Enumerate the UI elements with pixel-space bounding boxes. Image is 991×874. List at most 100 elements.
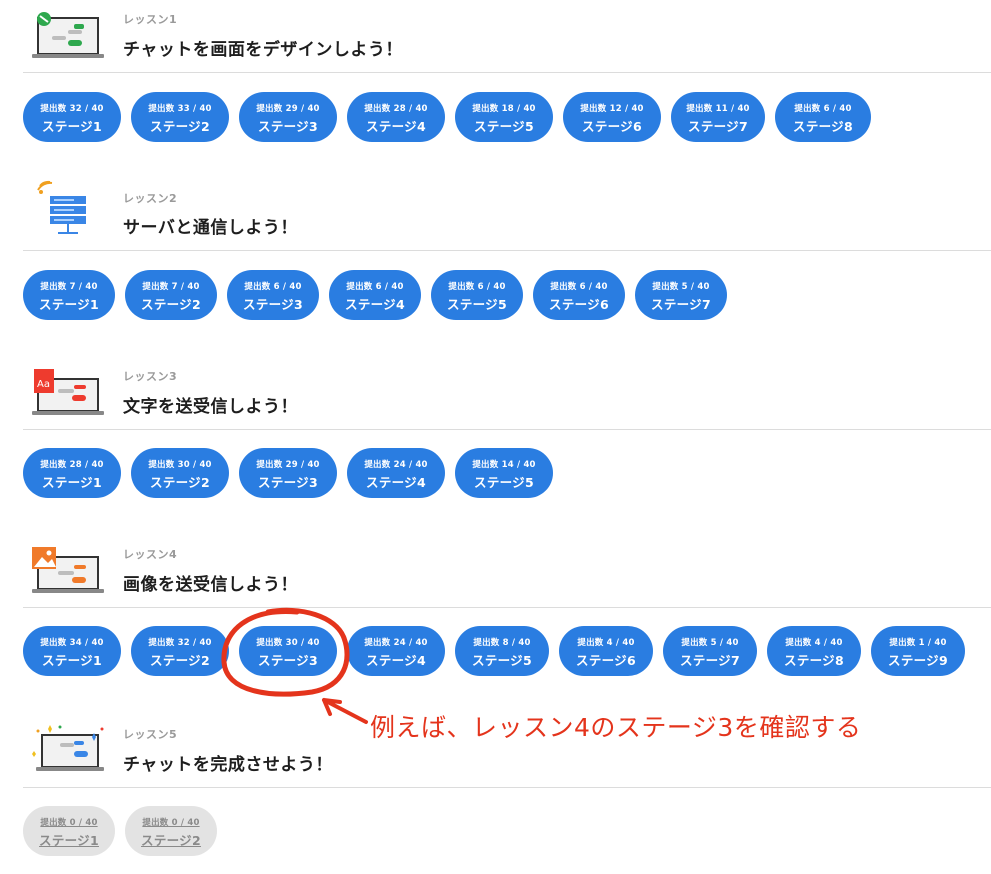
svg-text:Aa: Aa [37,379,50,390]
stage-list: 提出数 34 / 40 ステージ1 提出数 32 / 40 ステージ2 提出数 30 /… [23,626,975,676]
stage-button[interactable]: 提出数 30 / 40 ステージ2 [131,448,229,498]
stage-list: 提出数 7 / 40 ステージ1 提出数 7 / 40 ステージ2 提出数 6 / 40… [23,270,737,320]
stage-button[interactable]: 提出数 6 / 40 ステージ3 [227,270,319,320]
stage-label: ステージ4 [345,297,405,312]
lesson-3: Aa レッスン3 文字を送受信しよう！ 提出数 28 / 40 ステージ1 提出数 … [0,357,991,498]
stage-button[interactable]: 提出数 34 / 40 ステージ1 [23,626,121,676]
stage-submission-count: 提出数 32 / 40 [40,104,104,114]
stage-button[interactable]: 提出数 32 / 40 ステージ1 [23,92,121,142]
stage-label: ステージ4 [366,653,426,668]
stage-label: ステージ5 [472,653,532,668]
stage-button[interactable]: 提出数 7 / 40 ステージ2 [125,270,217,320]
stage-submission-count: 提出数 14 / 40 [472,460,536,470]
stage-button[interactable]: 提出数 29 / 40 ステージ3 [239,448,337,498]
stage-label: ステージ7 [680,653,740,668]
stage-submission-count: 提出数 7 / 40 [40,282,98,292]
stage-label: ステージ2 [141,833,201,848]
stage-list: 提出数 28 / 40 ステージ1 提出数 30 / 40 ステージ2 提出数 29 /… [23,448,563,498]
stage-label: ステージ4 [366,475,426,490]
stage-label: ステージ5 [447,297,507,312]
stage-button[interactable]: 提出数 28 / 40 ステージ4 [347,92,445,142]
divider [23,607,991,608]
stage-button[interactable]: 提出数 6 / 40 ステージ5 [431,270,523,320]
stage-button[interactable]: 提出数 8 / 40 ステージ5 [455,626,549,676]
stage-submission-count: 提出数 18 / 40 [472,104,536,114]
lesson-title: サーバと通信しよう！ [123,218,298,238]
stage-submission-count: 提出数 0 / 40 [40,818,98,828]
stage-label: ステージ1 [42,653,102,668]
stage-button[interactable]: 提出数 32 / 40 ステージ2 [131,626,229,676]
stage-submission-count: 提出数 0 / 40 [142,818,200,828]
stage-button[interactable]: 提出数 0 / 40 ステージ1 [23,806,115,856]
stage-button[interactable]: 提出数 14 / 40 ステージ5 [455,448,553,498]
stage-submission-count: 提出数 32 / 40 [148,638,212,648]
stage-button[interactable]: 提出数 1 / 40 ステージ9 [871,626,965,676]
stage-label: ステージ1 [39,297,99,312]
stage-submission-count: 提出数 1 / 40 [889,638,947,648]
stage-list: 提出数 32 / 40 ステージ1 提出数 33 / 40 ステージ2 提出数 29 /… [23,92,881,142]
stage-button[interactable]: 提出数 24 / 40 ステージ4 [347,626,445,676]
stage-submission-count: 提出数 30 / 40 [148,460,212,470]
stage-submission-count: 提出数 29 / 40 [256,460,320,470]
text-message-icon: Aa [32,369,104,415]
stage-label: ステージ5 [474,119,534,134]
stage-button[interactable]: 提出数 12 / 40 ステージ6 [563,92,661,142]
stage-submission-count: 提出数 11 / 40 [686,104,750,114]
stage-label: ステージ1 [42,475,102,490]
stage-label: ステージ2 [150,475,210,490]
stage-label: ステージ6 [576,653,636,668]
stage-button[interactable]: 提出数 6 / 40 ステージ4 [329,270,421,320]
stage-label: ステージ8 [784,653,844,668]
stage-label: ステージ3 [258,653,318,668]
stage-button[interactable]: 提出数 4 / 40 ステージ8 [767,626,861,676]
stage-button[interactable]: 提出数 11 / 40 ステージ7 [671,92,765,142]
stage-button[interactable]: 提出数 28 / 40 ステージ1 [23,448,121,498]
stage-button[interactable]: 提出数 33 / 40 ステージ2 [131,92,229,142]
lesson-2: レッスン2 サーバと通信しよう！ 提出数 7 / 40 ステージ1 提出数 7 / … [0,178,991,320]
stage-submission-count: 提出数 12 / 40 [580,104,644,114]
stage-button[interactable]: 提出数 24 / 40 ステージ4 [347,448,445,498]
lesson-title: 文字を送受信しよう！ [123,397,298,417]
celebration-icon [32,725,104,771]
stage-submission-count: 提出数 30 / 40 [256,638,320,648]
lesson-number: レッスン1 [123,13,178,26]
stage-button[interactable]: 提出数 5 / 40 ステージ7 [635,270,727,320]
stage-submission-count: 提出数 4 / 40 [577,638,635,648]
lesson-header: Aa レッスン3 文字を送受信しよう！ [0,357,991,429]
stage-label: ステージ6 [582,119,642,134]
stage-button[interactable]: 提出数 6 / 40 ステージ8 [775,92,871,142]
stage-submission-count: 提出数 34 / 40 [40,638,104,648]
stage-submission-count: 提出数 4 / 40 [785,638,843,648]
stage-button[interactable]: 提出数 18 / 40 ステージ5 [455,92,553,142]
stage-list: 提出数 0 / 40 ステージ1 提出数 0 / 40 ステージ2 [23,806,227,856]
stage-submission-count: 提出数 7 / 40 [142,282,200,292]
stage-button[interactable]: 提出数 7 / 40 ステージ1 [23,270,115,320]
stage-label: ステージ6 [549,297,609,312]
lesson-title: チャットを画面をデザインしよう！ [123,40,403,60]
stage-label: ステージ8 [793,119,853,134]
lesson-header: レッスン2 サーバと通信しよう！ [0,178,991,250]
stage-button[interactable]: 提出数 4 / 40 ステージ6 [559,626,653,676]
lesson-number: レッスン3 [123,370,178,383]
stage-submission-count: 提出数 24 / 40 [364,460,428,470]
lesson-number: レッスン4 [123,548,178,561]
stage-submission-count: 提出数 5 / 40 [652,282,710,292]
stage-button[interactable]: 提出数 30 / 40 ステージ3 [239,626,337,676]
stage-submission-count: 提出数 6 / 40 [244,282,302,292]
divider [23,787,991,788]
annotation-text: 例えば、レッスン4のステージ3を確認する [370,713,862,742]
stage-button[interactable]: 提出数 5 / 40 ステージ7 [663,626,757,676]
stage-label: ステージ1 [42,119,102,134]
stage-submission-count: 提出数 28 / 40 [40,460,104,470]
stage-button[interactable]: 提出数 29 / 40 ステージ3 [239,92,337,142]
stage-label: ステージ7 [688,119,748,134]
stage-label: ステージ3 [243,297,303,312]
stage-label: ステージ2 [141,297,201,312]
lesson-header: レッスン1 チャットを画面をデザインしよう！ [0,0,991,72]
divider [23,429,991,430]
stage-button[interactable]: 提出数 6 / 40 ステージ6 [533,270,625,320]
stage-label: ステージ2 [150,653,210,668]
stage-button[interactable]: 提出数 0 / 40 ステージ2 [125,806,217,856]
stage-label: ステージ4 [366,119,426,134]
divider [23,250,991,251]
